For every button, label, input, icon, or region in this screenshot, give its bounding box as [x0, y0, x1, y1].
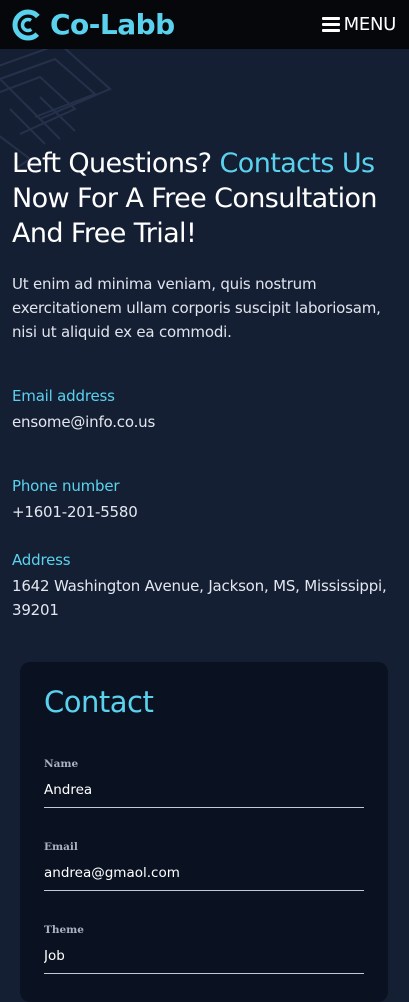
email-field: Email	[44, 840, 364, 891]
brand-name: Co-Labb	[50, 7, 175, 41]
brand-logo[interactable]: Co-Labb	[12, 9, 175, 41]
name-field: Name	[44, 757, 364, 808]
theme-field: Theme	[44, 923, 364, 974]
phone-label: Phone number	[12, 477, 120, 495]
theme-field-label: Theme	[44, 924, 84, 936]
intro-paragraph: Ut enim ad minima veniam, quis nostrum e…	[12, 275, 381, 341]
email-label: Email address	[12, 387, 115, 405]
co-labb-logo-icon	[12, 9, 44, 40]
top-navigation-bar: Co-Labb MENU	[0, 0, 409, 49]
page-headline: Left Questions? Contacts Us Now For A Fr…	[12, 146, 404, 251]
name-input[interactable]	[44, 781, 364, 808]
phone-value[interactable]: +1601-201-5580	[12, 500, 402, 524]
email-input[interactable]	[44, 864, 364, 891]
headline-text: Left Questions?	[12, 148, 212, 179]
name-field-label: Name	[44, 758, 79, 770]
hero-section: Left Questions? Contacts Us Now For A Fr…	[12, 146, 404, 251]
headline-highlight: Contacts Us	[219, 148, 376, 179]
contact-form-title: Contact	[44, 685, 154, 719]
headline-text-continued: Now For A Free Consultation And Free Tri…	[12, 183, 378, 249]
address-value: 1642 Washington Avenue, Jackson, MS, Mis…	[12, 577, 387, 619]
menu-label: MENU	[343, 14, 397, 35]
email-field-label: Email	[44, 841, 78, 853]
hamburger-menu-icon	[321, 17, 340, 32]
contact-form-card: Contact Name Email Theme	[20, 662, 388, 1002]
address-label: Address	[12, 551, 71, 569]
menu-button[interactable]: MENU	[321, 14, 397, 35]
email-value[interactable]: ensome@info.co.us	[12, 410, 402, 434]
theme-input[interactable]	[44, 947, 364, 974]
